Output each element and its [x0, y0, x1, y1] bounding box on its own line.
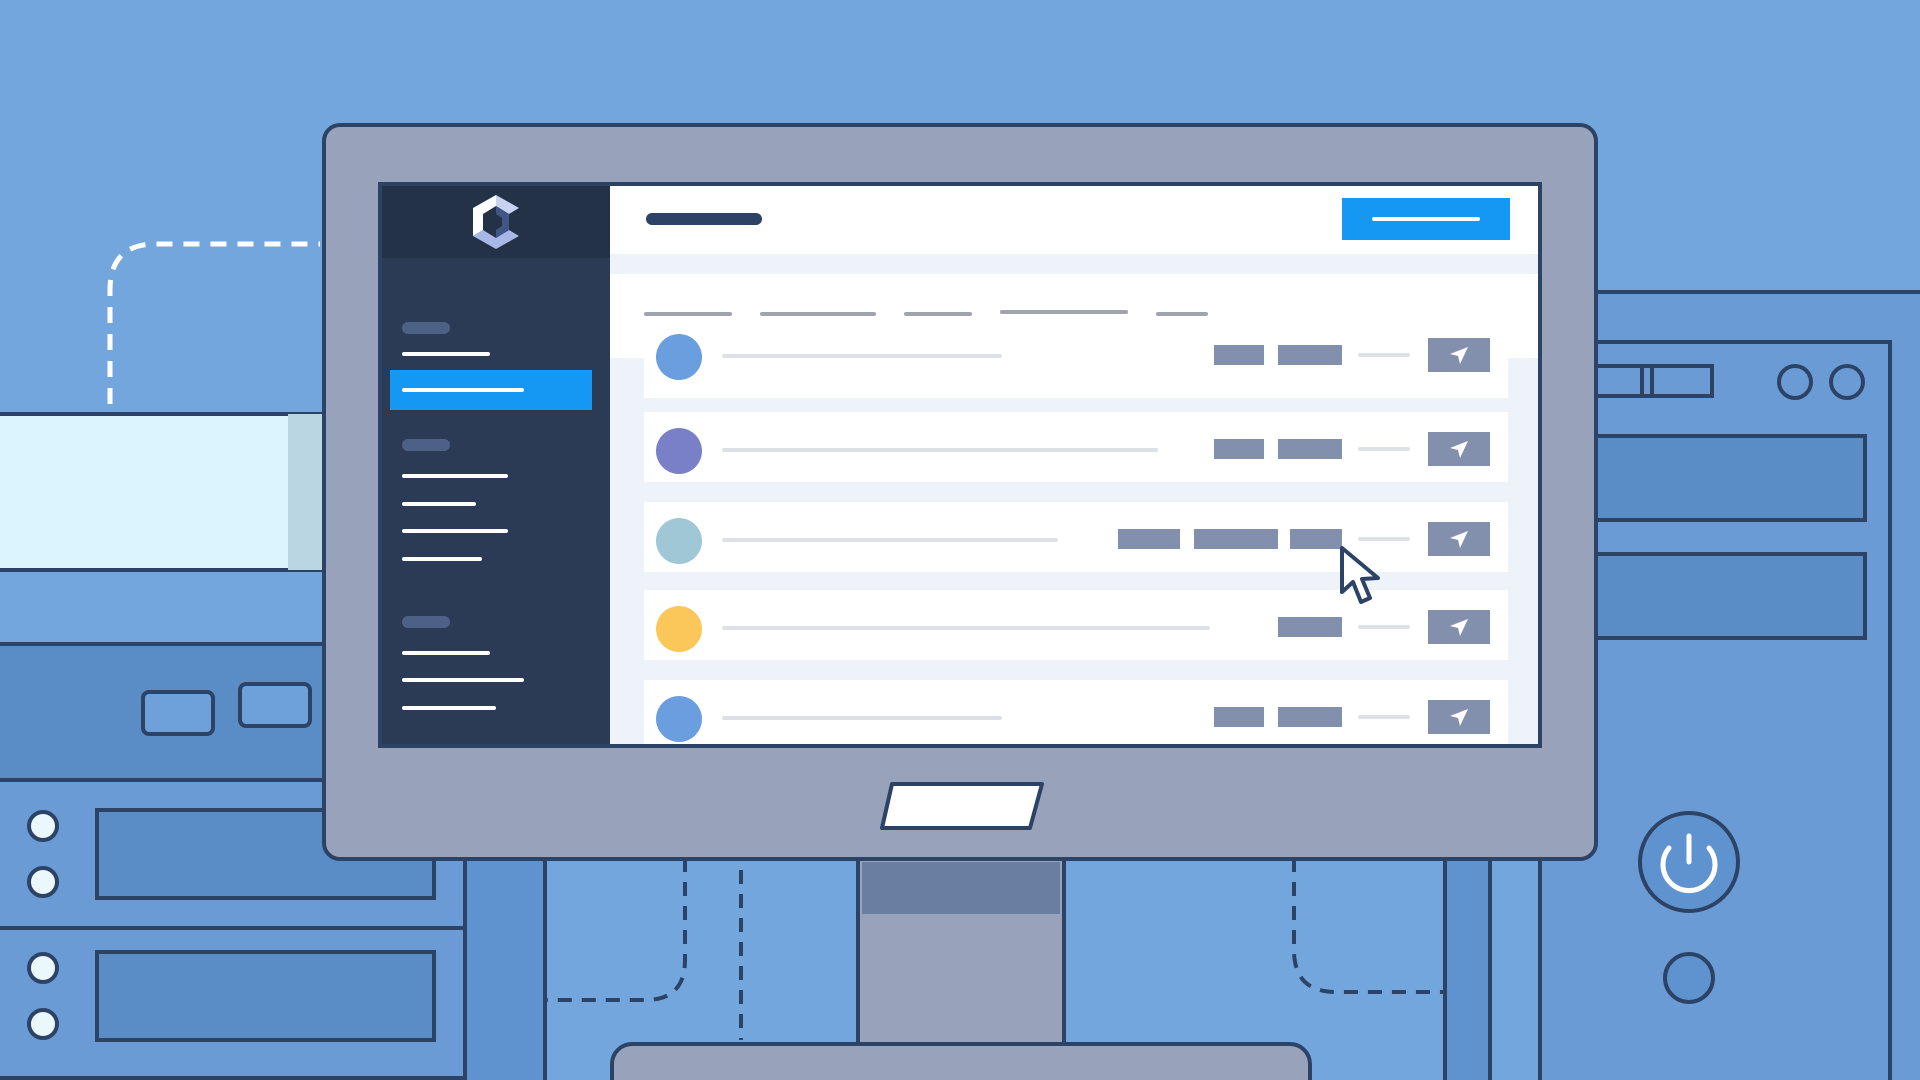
primary-action-label — [1372, 217, 1480, 221]
avatar — [656, 518, 702, 564]
page-title — [646, 213, 762, 225]
send-arrow-icon — [1450, 441, 1468, 458]
dashed-cable — [107, 241, 320, 404]
monitor-stand-plate — [880, 782, 1044, 830]
row-text — [722, 448, 1158, 452]
send-button[interactable] — [1428, 522, 1490, 556]
avatar — [656, 606, 702, 652]
sidebar-item[interactable] — [402, 474, 508, 478]
avatar — [656, 334, 702, 380]
send-arrow-icon — [1450, 531, 1468, 548]
sidebar-item[interactable] — [402, 678, 524, 682]
send-arrow-icon — [1450, 709, 1468, 726]
row-tag — [1194, 529, 1278, 549]
item-list — [610, 334, 1538, 744]
row-tag — [1278, 345, 1342, 365]
tab[interactable] — [1156, 312, 1208, 316]
sidebar-item-label — [402, 388, 524, 392]
avatar — [656, 428, 702, 474]
sidebar — [382, 186, 610, 744]
row-separator — [1358, 715, 1410, 719]
send-button[interactable] — [1428, 338, 1490, 372]
tab[interactable] — [1000, 310, 1128, 314]
nav-section-header — [402, 322, 450, 334]
avatar — [656, 696, 702, 742]
row-tag — [1278, 439, 1342, 459]
send-button[interactable] — [1428, 700, 1490, 734]
c-logo-icon — [473, 195, 519, 249]
sidebar-logo[interactable] — [382, 186, 610, 258]
row-tag — [1214, 439, 1264, 459]
sidebar-item[interactable] — [402, 352, 490, 356]
list-item[interactable] — [644, 680, 1508, 744]
row-tag — [1214, 707, 1264, 727]
tab[interactable] — [644, 312, 732, 316]
top-bar — [610, 186, 1538, 254]
mouse-pointer-icon — [1340, 546, 1380, 604]
row-tag — [1118, 529, 1180, 549]
row-separator — [1358, 353, 1410, 357]
list-item[interactable] — [644, 412, 1508, 482]
row-text — [722, 626, 1210, 630]
row-tag — [1278, 707, 1342, 727]
sidebar-item[interactable] — [402, 706, 496, 710]
send-button[interactable] — [1428, 610, 1490, 644]
send-arrow-icon — [1450, 347, 1468, 364]
row-tag — [1214, 345, 1264, 365]
nav-section-header — [402, 439, 450, 451]
tab[interactable] — [904, 312, 972, 316]
sidebar-item[interactable] — [402, 529, 508, 533]
send-arrow-icon — [1450, 619, 1468, 636]
row-tag — [1290, 529, 1342, 549]
desk — [463, 856, 1492, 1080]
app-window — [378, 182, 1542, 748]
row-separator — [1358, 625, 1410, 629]
tab[interactable] — [760, 312, 876, 316]
row-separator — [1358, 447, 1410, 451]
toolbar-strip — [610, 254, 1538, 274]
row-text — [722, 538, 1058, 542]
sidebar-item[interactable] — [402, 557, 482, 561]
sidebar-item[interactable] — [402, 502, 476, 506]
nav-section-header — [402, 616, 450, 628]
sidebar-item-active[interactable] — [390, 370, 592, 410]
sidebar-item[interactable] — [402, 651, 490, 655]
row-text — [722, 716, 1002, 720]
row-text — [722, 354, 1002, 358]
row-separator — [1358, 537, 1410, 541]
row-tag — [1278, 617, 1342, 637]
primary-action-button[interactable] — [1342, 198, 1510, 240]
list-item[interactable] — [644, 334, 1508, 398]
send-button[interactable] — [1428, 432, 1490, 466]
